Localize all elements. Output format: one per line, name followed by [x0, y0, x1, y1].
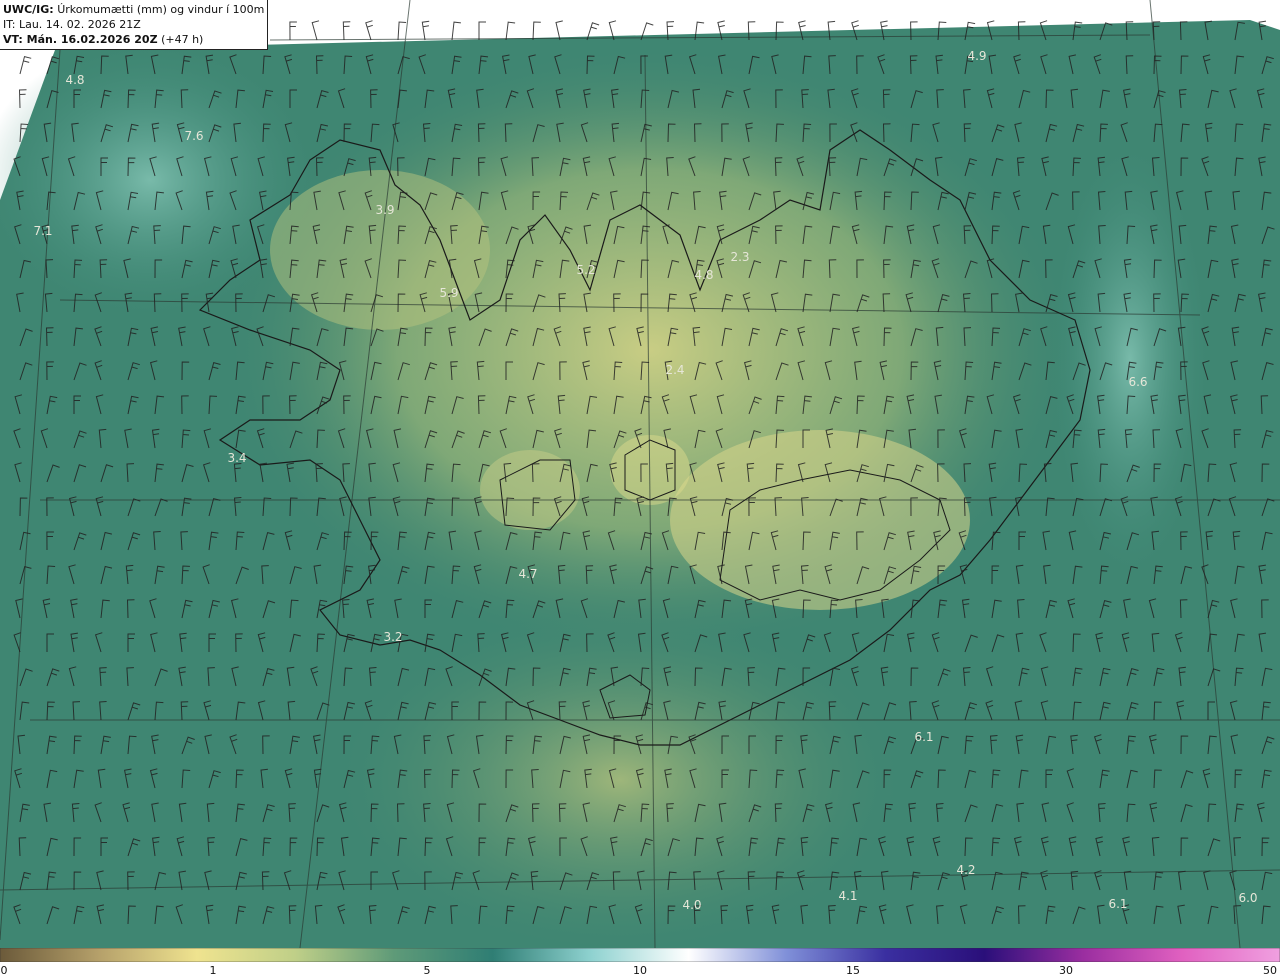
map-value-label: 6.1 — [1108, 897, 1128, 911]
map-value-label: 4.8 — [694, 268, 714, 282]
map-value-label: 5.2 — [576, 263, 596, 277]
map-value-label: 3.4 — [227, 451, 247, 465]
map-value-label: 7.6 — [184, 129, 204, 143]
map-value-label: 3.2 — [383, 630, 403, 644]
colorbar-tick-label: 30 — [1059, 964, 1073, 977]
model-label: UWC/IG: — [3, 3, 54, 16]
map-value-label: 6.1 — [914, 730, 934, 744]
colorbar — [0, 948, 1280, 962]
map-value-label: 4.1 — [838, 889, 858, 903]
colorbar-tick-label: 1 — [209, 964, 217, 977]
map-value-label: 4.9 — [967, 49, 987, 63]
colorbar-tick-label: 10 — [633, 964, 647, 977]
map-value-label: 2.4 — [665, 363, 685, 377]
lead-time: (+47 h) — [161, 33, 204, 46]
map-value-label: 3.9 — [375, 203, 395, 217]
map-value-label: 4.8 — [65, 73, 85, 87]
colorbar-tick-label: 15 — [846, 964, 860, 977]
colorbar-tick-label: 0 — [0, 964, 8, 977]
map-value-label: 2.3 — [730, 250, 750, 264]
valid-time: VT: Mán. 16.02.2026 20Z — [3, 33, 158, 46]
map-value-label: 6.0 — [1238, 891, 1258, 905]
map-value-label: 4.2 — [956, 863, 976, 877]
map-value-label: 7.1 — [33, 224, 53, 238]
colorbar-tick-label: 5 — [423, 964, 431, 977]
map-title: Úrkomumætti (mm) og vindur í 100m hæð — [57, 3, 264, 16]
map-header: UWC/IG: Úrkomumætti (mm) og vindur í 100… — [0, 0, 268, 50]
map-value-label: 4.0 — [682, 898, 702, 912]
map-value-label: 6.6 — [1128, 375, 1148, 389]
map-value-label: 5.9 — [439, 286, 459, 300]
issue-time: IT: Lau. 14. 02. 2026 21Z — [3, 18, 141, 31]
map-value-label: 4.7 — [518, 567, 538, 581]
colorbar-tick-label: 50 — [1263, 964, 1277, 977]
